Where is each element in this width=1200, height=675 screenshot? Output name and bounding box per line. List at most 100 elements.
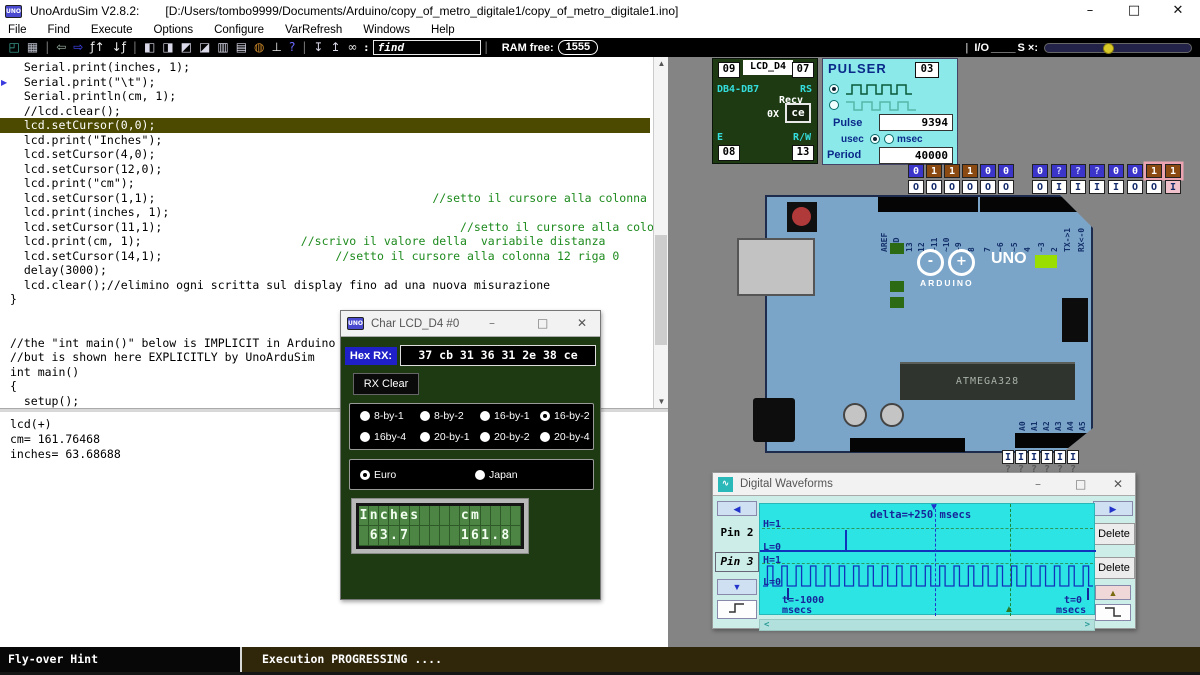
usec-radio[interactable]: [870, 134, 880, 144]
menu-item-configure[interactable]: Configure: [214, 24, 264, 36]
pin-mode-indicator[interactable]: I: [1051, 180, 1067, 194]
menu-item-options[interactable]: Options: [153, 24, 193, 36]
code-line[interactable]: lcd.setCursor(1,1); //setto il cursore a…: [0, 191, 650, 206]
lcd-size-option-16-by-2[interactable]: 16-by-2: [540, 410, 590, 422]
text-up-icon[interactable]: ↥: [330, 38, 340, 57]
code-scrollbar[interactable]: ▲ ▼: [653, 57, 668, 408]
pin-value-indicator[interactable]: 0: [908, 164, 924, 178]
text-down-icon[interactable]: ↧: [313, 38, 323, 57]
pin-mode-indicator[interactable]: O: [1146, 180, 1162, 194]
rising-edge-button[interactable]: [717, 600, 757, 619]
pin-value-indicator[interactable]: 0: [980, 164, 996, 178]
maximize-button[interactable]: □: [1112, 0, 1156, 22]
save-icon[interactable]: ▦: [27, 38, 38, 57]
code-line[interactable]: lcd.print(cm, 1); //scrivo il valore del…: [0, 234, 650, 249]
radio-icon[interactable]: [480, 432, 490, 442]
waveform-scrollbar[interactable]: < >: [759, 619, 1095, 631]
code-line[interactable]: }: [0, 292, 650, 307]
lcd-charset-option-japan[interactable]: Japan: [475, 469, 518, 481]
code-line[interactable]: //lcd.clear();: [0, 104, 650, 119]
pin-mode-indicator[interactable]: I: [1070, 180, 1086, 194]
open-icon[interactable]: ◰: [9, 38, 20, 57]
pin-mode-indicator[interactable]: I: [1089, 180, 1105, 194]
lcd-size-option-8-by-1[interactable]: 8-by-1: [360, 410, 404, 422]
step-over-icon[interactable]: ◨: [162, 38, 173, 57]
scroll-right-button[interactable]: ▶: [1093, 501, 1133, 516]
code-line[interactable]: Serial.println(cm, 1);: [0, 89, 650, 104]
falling-edge-button[interactable]: [1095, 604, 1131, 621]
pulser-pin-field[interactable]: 03: [915, 62, 939, 78]
radio-icon[interactable]: [360, 432, 370, 442]
inject-icon[interactable]: ⊥: [272, 38, 282, 57]
io-speed-slider-knob[interactable]: [1103, 43, 1114, 54]
pin-mode-indicator[interactable]: O: [1032, 180, 1048, 194]
pulse-shape-low-radio[interactable]: [829, 100, 839, 110]
pin-mode-indicator[interactable]: O: [980, 180, 996, 194]
menu-item-varrefresh[interactable]: VarRefresh: [285, 24, 342, 36]
analog-mode-indicator[interactable]: I: [1054, 450, 1066, 464]
scroll-up-icon[interactable]: ▲: [654, 59, 669, 68]
func-up-icon[interactable]: ƒ↑: [90, 38, 104, 57]
blue-cursor-marker-icon[interactable]: ▼: [929, 503, 939, 513]
code-line[interactable]: Serial.print(inches, 1);: [0, 60, 650, 75]
pin-value-indicator[interactable]: 0: [1127, 164, 1143, 178]
find-icon[interactable]: ∞: [348, 38, 358, 57]
trigger-marker-button[interactable]: ▼: [717, 579, 757, 595]
radio-icon[interactable]: [360, 411, 370, 421]
pin-value-indicator[interactable]: ?: [1070, 164, 1086, 178]
code-line[interactable]: lcd.setCursor(4,0);: [0, 147, 650, 162]
lcd-size-option-16-by-1[interactable]: 16-by-1: [480, 410, 530, 422]
menu-item-help[interactable]: Help: [431, 24, 455, 36]
pin-value-indicator[interactable]: 0: [1032, 164, 1048, 178]
pin3-label[interactable]: Pin 3: [715, 552, 759, 572]
maximize-button[interactable]: □: [537, 316, 548, 330]
menu-item-file[interactable]: File: [8, 24, 27, 36]
help-icon[interactable]: ?: [289, 38, 295, 57]
io-speed-slider[interactable]: [1044, 43, 1192, 53]
rx-clear-button[interactable]: RX Clear: [353, 373, 419, 395]
code-line[interactable]: lcd.setCursor(12,0);: [0, 162, 650, 177]
radio-icon[interactable]: [420, 411, 430, 421]
analog-mode-indicator[interactable]: I: [1041, 450, 1053, 464]
scroll-left-button[interactable]: ◀: [717, 501, 757, 516]
close-button[interactable]: ✕: [1156, 0, 1200, 22]
breakpoint-icon[interactable]: ▥: [217, 38, 228, 57]
pin-mode-indicator[interactable]: I: [1108, 180, 1124, 194]
step-into-icon[interactable]: ◧: [144, 38, 155, 57]
analog-mode-indicator[interactable]: I: [1028, 450, 1040, 464]
pin-value-indicator[interactable]: 0: [998, 164, 1014, 178]
menu-item-find[interactable]: Find: [48, 24, 70, 36]
pin-value-indicator[interactable]: 0: [1108, 164, 1124, 178]
pin-mode-indicator[interactable]: I: [1165, 180, 1181, 194]
lcd-pin-rs-field[interactable]: 07: [792, 62, 814, 78]
radio-icon[interactable]: [540, 411, 550, 421]
pin2-delete-button[interactable]: Delete: [1093, 523, 1135, 545]
pin-mode-indicator[interactable]: O: [998, 180, 1014, 194]
blue-time-cursor[interactable]: [935, 504, 936, 616]
code-line[interactable]: Serial.print("\t");: [0, 75, 650, 90]
green-cursor-marker-icon[interactable]: ▲: [1004, 605, 1014, 615]
pin-value-indicator[interactable]: ?: [1089, 164, 1105, 178]
menu-item-execute[interactable]: Execute: [91, 24, 133, 36]
msec-radio[interactable]: [884, 134, 894, 144]
back-icon[interactable]: ⇦: [56, 38, 66, 57]
scroll-right-icon[interactable]: >: [1085, 620, 1090, 630]
code-line[interactable]: lcd.print(inches, 1);: [0, 205, 650, 220]
pin-mode-indicator[interactable]: O: [1127, 180, 1143, 194]
code-line[interactable]: lcd.setCursor(14,1); //setto il cursore …: [0, 249, 650, 264]
pin3-delete-button[interactable]: Delete: [1093, 557, 1135, 579]
find-input[interactable]: find: [373, 40, 481, 55]
func-down-icon[interactable]: ↓ƒ: [112, 38, 126, 57]
lcd-pin-e-field[interactable]: 08: [718, 145, 740, 161]
pin-value-indicator[interactable]: ?: [1051, 164, 1067, 178]
analog-mode-indicator[interactable]: I: [1015, 450, 1027, 464]
code-line[interactable]: lcd.print("cm");: [0, 176, 650, 191]
pin-value-indicator[interactable]: 1: [1165, 164, 1181, 178]
scrollbar-thumb[interactable]: [655, 235, 667, 345]
pulse-shape-high-radio[interactable]: [829, 84, 839, 94]
pin-value-indicator[interactable]: 1: [1146, 164, 1162, 178]
char-lcd-titlebar[interactable]: UNO Char LCD_D4 #0 – □ ✕: [341, 311, 600, 337]
code-line[interactable]: lcd.setCursor(0,0);: [0, 118, 650, 133]
radio-icon[interactable]: [540, 432, 550, 442]
lcd-pin-rw-field[interactable]: 13: [792, 145, 814, 161]
